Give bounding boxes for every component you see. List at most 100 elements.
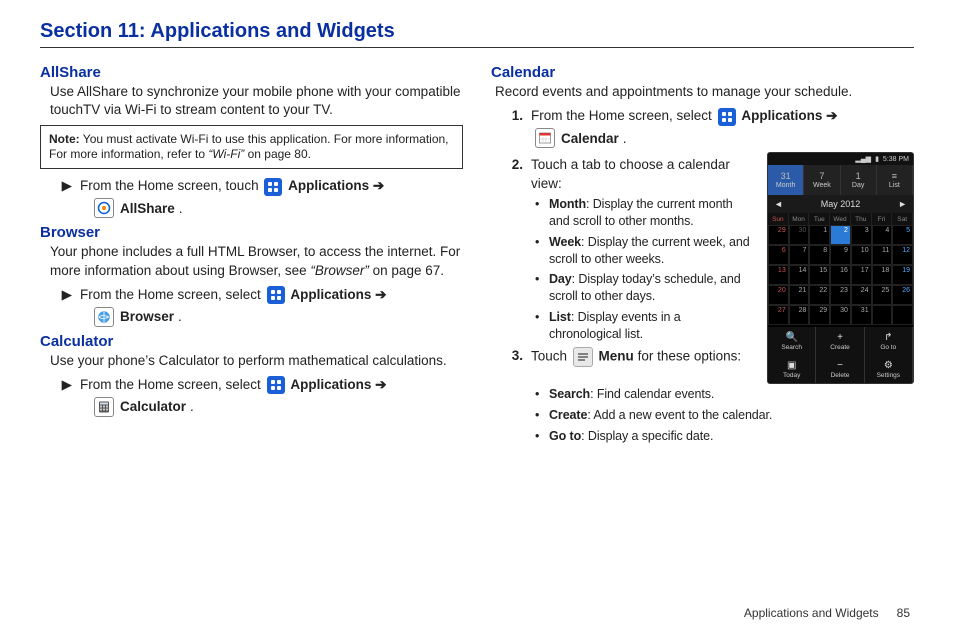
calendar-day-cell[interactable]: 26	[892, 285, 913, 305]
step3-b: for these options:	[638, 348, 742, 363]
phone-action-create[interactable]: +Create	[816, 327, 864, 355]
calendar-day-cell[interactable]: 24	[851, 285, 872, 305]
triangle-bullet-icon: ▶	[58, 286, 72, 305]
calendar-day-cell[interactable]: 11	[872, 245, 893, 265]
calendar-day-cell[interactable]: 19	[892, 265, 913, 285]
calendar-step-1: 1. From the Home screen, select Applicat…	[509, 107, 914, 126]
calendar-day-cell[interactable]: 29	[768, 225, 789, 245]
next-month-icon[interactable]: ►	[898, 199, 907, 209]
phone-tab-list[interactable]: ≡List	[877, 165, 913, 195]
phone-calendar-grid: 2930123456789101112131415161718192021222…	[768, 225, 913, 325]
action-label: Settings	[877, 372, 901, 379]
phone-action-goto[interactable]: ↱Go to	[865, 327, 913, 355]
option-name: Create	[549, 408, 587, 422]
calendar-day-cell[interactable]: 8	[809, 245, 830, 265]
phone-bottom-actions: 🔍Search +Create ↱Go to ▣Today −Delete ⚙S…	[768, 327, 913, 383]
calculator-step: ▶ From the Home screen, select Applicati…	[58, 376, 463, 395]
calendar-day-cell[interactable]: 3	[851, 225, 872, 245]
calendar-day-cell[interactable]: 30	[830, 305, 851, 325]
applications-icon	[718, 108, 736, 126]
calendar-day-cell[interactable]: 23	[830, 285, 851, 305]
browser-body: Your phone includes a full HTML Browser,…	[50, 243, 463, 279]
dow-sun: Sun	[768, 213, 789, 225]
calendar-day-cell[interactable]: 13	[768, 265, 789, 285]
calendar-day-cell[interactable]: 10	[851, 245, 872, 265]
dow: Thu	[851, 213, 872, 225]
phone-tab-day[interactable]: 1Day	[841, 165, 877, 195]
calendar-day-cell[interactable]: 31	[851, 305, 872, 325]
calendar-day-cell[interactable]: 14	[789, 265, 810, 285]
page-number: 85	[897, 606, 910, 620]
phone-action-settings[interactable]: ⚙Settings	[865, 355, 913, 383]
calendar-day-cell[interactable]: 22	[809, 285, 830, 305]
allshare-step: ▶ From the Home screen, touch Applicatio…	[58, 177, 463, 196]
section-rule	[40, 47, 914, 48]
calendar-app-label: Calendar	[561, 131, 619, 146]
apps-label: Applications	[290, 377, 371, 392]
calendar-day-cell[interactable]: 9	[830, 245, 851, 265]
tab-label: Month	[776, 182, 795, 189]
calendar-day-cell[interactable]: 12	[892, 245, 913, 265]
phone-tab-week[interactable]: 7Week	[804, 165, 840, 195]
apps-label: Applications	[288, 178, 369, 193]
calendar-day-cell[interactable]	[872, 305, 893, 325]
allshare-step-lead: From the Home screen, touch	[80, 178, 262, 193]
calendar-day-cell[interactable]: 4	[872, 225, 893, 245]
calendar-day-cell[interactable]: 15	[809, 265, 830, 285]
gear-icon: ⚙	[884, 360, 893, 371]
calendar-day-cell[interactable]: 25	[872, 285, 893, 305]
phone-tab-month[interactable]: 31Month	[768, 165, 804, 195]
dow: Tue	[809, 213, 830, 225]
signal-icon: ▂▄▆	[855, 155, 871, 163]
browser-app-label: Browser	[120, 309, 174, 324]
calendar-day-cell[interactable]: 27	[768, 305, 789, 325]
step-number: 2.	[509, 156, 523, 175]
calendar-day-cell[interactable]: 7	[789, 245, 810, 265]
calendar-day-cell[interactable]: 16	[830, 265, 851, 285]
browser-body-b: on page 67.	[369, 263, 444, 278]
calendar-step2-text: Touch a tab to choose a calendar view:	[531, 156, 755, 194]
dow: Fri	[872, 213, 893, 225]
action-label: Create	[830, 344, 850, 351]
calendar-step1-lead: From the Home screen, select	[531, 108, 716, 123]
calendar-day-cell[interactable]: 6	[768, 245, 789, 265]
view-name: Day	[549, 272, 572, 286]
heading-browser: Browser	[40, 224, 463, 241]
footer-label: Applications and Widgets	[744, 606, 879, 620]
step-number: 3.	[509, 347, 523, 366]
triangle-bullet-icon: ▶	[58, 177, 72, 196]
calendar-day-cell[interactable]: 1	[809, 225, 830, 245]
dow: Mon	[789, 213, 810, 225]
dow: Sat	[892, 213, 913, 225]
calendar-day-cell[interactable]: 2	[830, 225, 851, 245]
calendar-views-list: •Month: Display the current month and sc…	[535, 196, 755, 343]
prev-month-icon[interactable]: ◄	[774, 199, 783, 209]
calendar-day-cell[interactable]: 5	[892, 225, 913, 245]
calendar-day-cell[interactable]: 30	[789, 225, 810, 245]
left-column: AllShare Use AllShare to synchronize you…	[40, 58, 463, 449]
phone-action-search[interactable]: 🔍Search	[768, 327, 816, 355]
calendar-options-list: •Search: Find calendar events. •Create: …	[535, 386, 914, 445]
action-label: Delete	[831, 372, 850, 379]
option-desc: : Find calendar events.	[590, 387, 714, 401]
battery-icon: ▮	[875, 155, 879, 163]
calendar-body: Record events and appointments to manage…	[495, 83, 914, 101]
calendar-day-cell[interactable]	[892, 305, 913, 325]
calendar-day-cell[interactable]: 21	[789, 285, 810, 305]
step3-a: Touch	[531, 348, 571, 363]
calendar-day-cell[interactable]: 20	[768, 285, 789, 305]
applications-icon	[267, 286, 285, 304]
calendar-day-cell[interactable]: 17	[851, 265, 872, 285]
calendar-day-cell[interactable]: 28	[789, 305, 810, 325]
phone-action-today[interactable]: ▣Today	[768, 355, 816, 383]
action-label: Today	[783, 372, 800, 379]
calendar-day-cell[interactable]: 29	[809, 305, 830, 325]
calendar-day-cell[interactable]: 18	[872, 265, 893, 285]
phone-action-delete[interactable]: −Delete	[816, 355, 864, 383]
allshare-icon	[94, 198, 114, 218]
view-name: List	[549, 310, 571, 324]
applications-icon	[267, 376, 285, 394]
dow: Wed	[830, 213, 851, 225]
phone-month-label: May 2012	[821, 199, 861, 209]
tab-label: Day	[852, 182, 864, 189]
